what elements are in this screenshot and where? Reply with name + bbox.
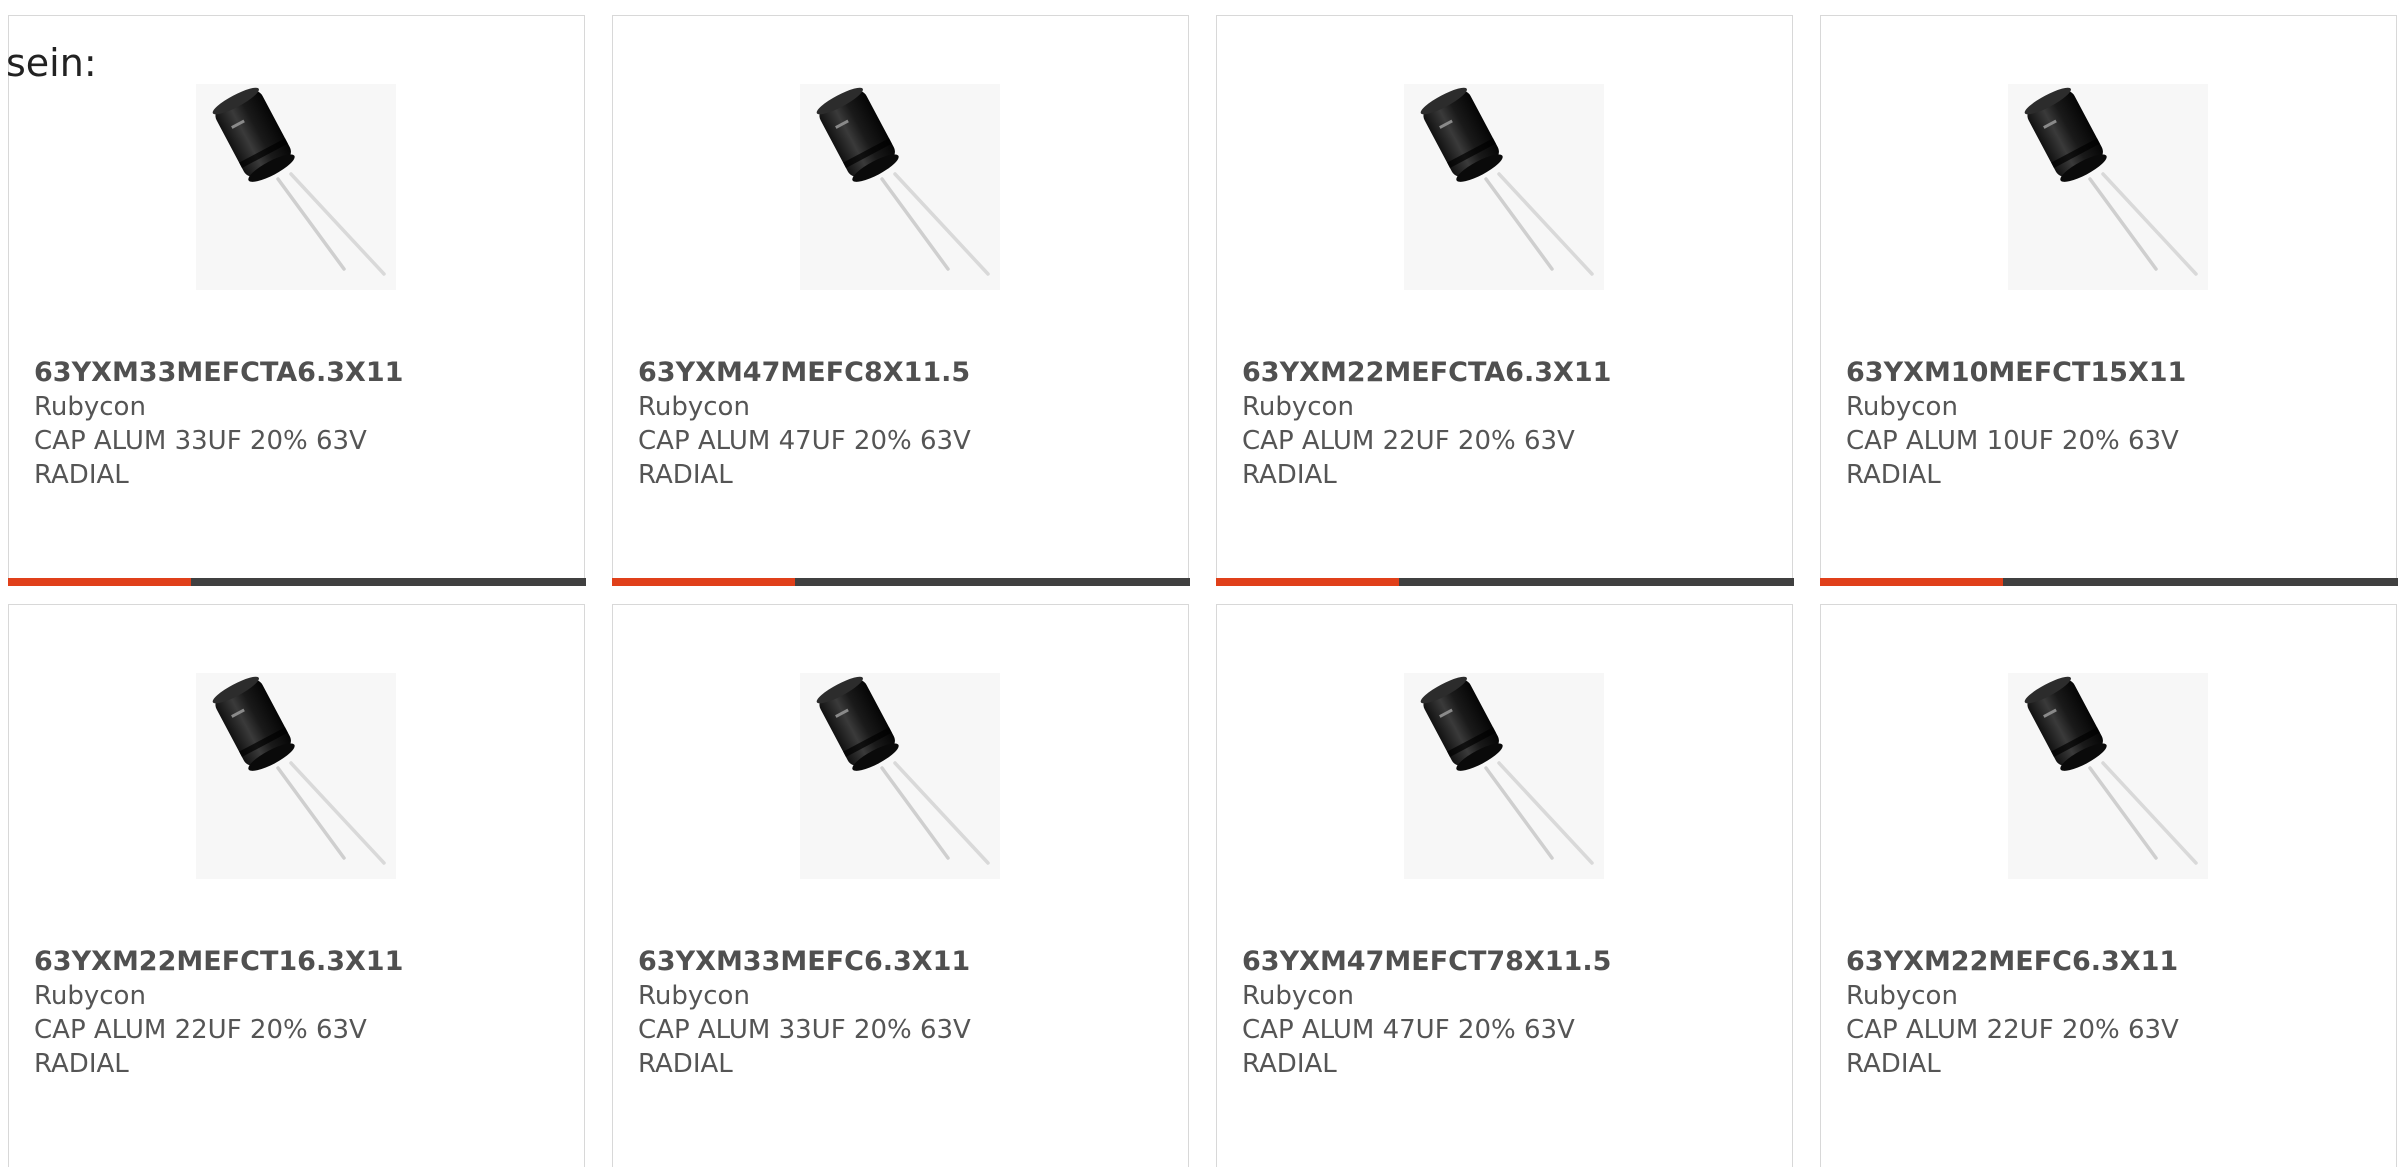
product-info: 63YXM22MEFCT16.3X11 Rubycon CAP ALUM 22U… (34, 945, 554, 1081)
product-card[interactable]: 63YXM22MEFC6.3X11 Rubycon CAP ALUM 22UF … (1820, 604, 2397, 1167)
description-line: CAP ALUM 22UF 20% 63V (34, 1015, 367, 1045)
manufacturer: Rubycon (638, 392, 750, 422)
capacitor-image[interactable] (196, 673, 396, 879)
description-line: RADIAL (638, 460, 733, 490)
manufacturer: Rubycon (1242, 981, 1354, 1011)
description-line: RADIAL (638, 1049, 733, 1079)
capacitor-image[interactable] (800, 673, 1000, 879)
product-info: 63YXM33MEFCTA6.3X11 Rubycon CAP ALUM 33U… (34, 356, 554, 492)
card-bottom-bar (1819, 577, 2398, 586)
part-number-link[interactable]: 63YXM47MEFCT78X11.5 (1242, 945, 1762, 979)
part-number-link[interactable]: 63YXM10MEFCT15X11 (1846, 356, 2366, 390)
description-line: CAP ALUM 47UF 20% 63V (638, 426, 971, 456)
product-card[interactable]: 63YXM47MEFCT78X11.5 Rubycon CAP ALUM 47U… (1216, 604, 1793, 1167)
product-info: 63YXM47MEFC8X11.5 Rubycon CAP ALUM 47UF … (638, 356, 1158, 492)
product-grid-page: sein: 63YXM33MEFCTA6.3X11 Rubycon CAP AL… (0, 0, 2400, 1167)
card-accent-bar (1819, 577, 2003, 586)
part-number-link[interactable]: 63YXM22MEFCT16.3X11 (34, 945, 554, 979)
capacitor-image[interactable] (2008, 673, 2208, 879)
card-bottom-bar (1215, 577, 1794, 586)
card-bottom-bar (7, 577, 586, 586)
manufacturer: Rubycon (34, 392, 146, 422)
card-bottom-bar (611, 577, 1190, 586)
description-line: CAP ALUM 22UF 20% 63V (1846, 1015, 2179, 1045)
manufacturer: Rubycon (1846, 981, 1958, 1011)
card-accent-bar (7, 577, 191, 586)
manufacturer: Rubycon (1846, 392, 1958, 422)
part-number-link[interactable]: 63YXM22MEFCTA6.3X11 (1242, 356, 1762, 390)
description-line: RADIAL (1846, 1049, 1941, 1079)
part-number-link[interactable]: 63YXM22MEFC6.3X11 (1846, 945, 2366, 979)
part-number-link[interactable]: 63YXM47MEFC8X11.5 (638, 356, 1158, 390)
manufacturer: Rubycon (34, 981, 146, 1011)
manufacturer: Rubycon (638, 981, 750, 1011)
capacitor-image[interactable] (2008, 84, 2208, 290)
description-line: RADIAL (1242, 1049, 1337, 1079)
product-card[interactable]: 63YXM22MEFCTA6.3X11 Rubycon CAP ALUM 22U… (1215, 15, 1794, 586)
description-line: RADIAL (34, 1049, 129, 1079)
manufacturer: Rubycon (1242, 392, 1354, 422)
capacitor-image[interactable] (1404, 673, 1604, 879)
intro-text: sein: (6, 41, 97, 85)
description-line: CAP ALUM 10UF 20% 63V (1846, 426, 2179, 456)
card-accent-bar (611, 577, 795, 586)
product-info: 63YXM47MEFCT78X11.5 Rubycon CAP ALUM 47U… (1242, 945, 1762, 1081)
capacitor-image[interactable] (1404, 84, 1604, 290)
description-line: CAP ALUM 33UF 20% 63V (638, 1015, 971, 1045)
card-accent-bar (1215, 577, 1399, 586)
description-line: RADIAL (34, 460, 129, 490)
part-number-link[interactable]: 63YXM33MEFCTA6.3X11 (34, 356, 554, 390)
product-card[interactable]: 63YXM47MEFC8X11.5 Rubycon CAP ALUM 47UF … (611, 15, 1190, 586)
description-line: RADIAL (1846, 460, 1941, 490)
product-info: 63YXM33MEFC6.3X11 Rubycon CAP ALUM 33UF … (638, 945, 1158, 1081)
product-info: 63YXM10MEFCT15X11 Rubycon CAP ALUM 10UF … (1846, 356, 2366, 492)
product-card[interactable]: 63YXM33MEFCTA6.3X11 Rubycon CAP ALUM 33U… (7, 15, 586, 586)
product-card[interactable]: 63YXM10MEFCT15X11 Rubycon CAP ALUM 10UF … (1819, 15, 2398, 586)
description-line: CAP ALUM 33UF 20% 63V (34, 426, 367, 456)
capacitor-image[interactable] (196, 84, 396, 290)
description-line: CAP ALUM 22UF 20% 63V (1242, 426, 1575, 456)
product-card[interactable]: 63YXM33MEFC6.3X11 Rubycon CAP ALUM 33UF … (612, 604, 1189, 1167)
product-info: 63YXM22MEFC6.3X11 Rubycon CAP ALUM 22UF … (1846, 945, 2366, 1081)
description-line: CAP ALUM 47UF 20% 63V (1242, 1015, 1575, 1045)
description-line: RADIAL (1242, 460, 1337, 490)
product-info: 63YXM22MEFCTA6.3X11 Rubycon CAP ALUM 22U… (1242, 356, 1762, 492)
part-number-link[interactable]: 63YXM33MEFC6.3X11 (638, 945, 1158, 979)
product-card[interactable]: 63YXM22MEFCT16.3X11 Rubycon CAP ALUM 22U… (8, 604, 585, 1167)
capacitor-image[interactable] (800, 84, 1000, 290)
